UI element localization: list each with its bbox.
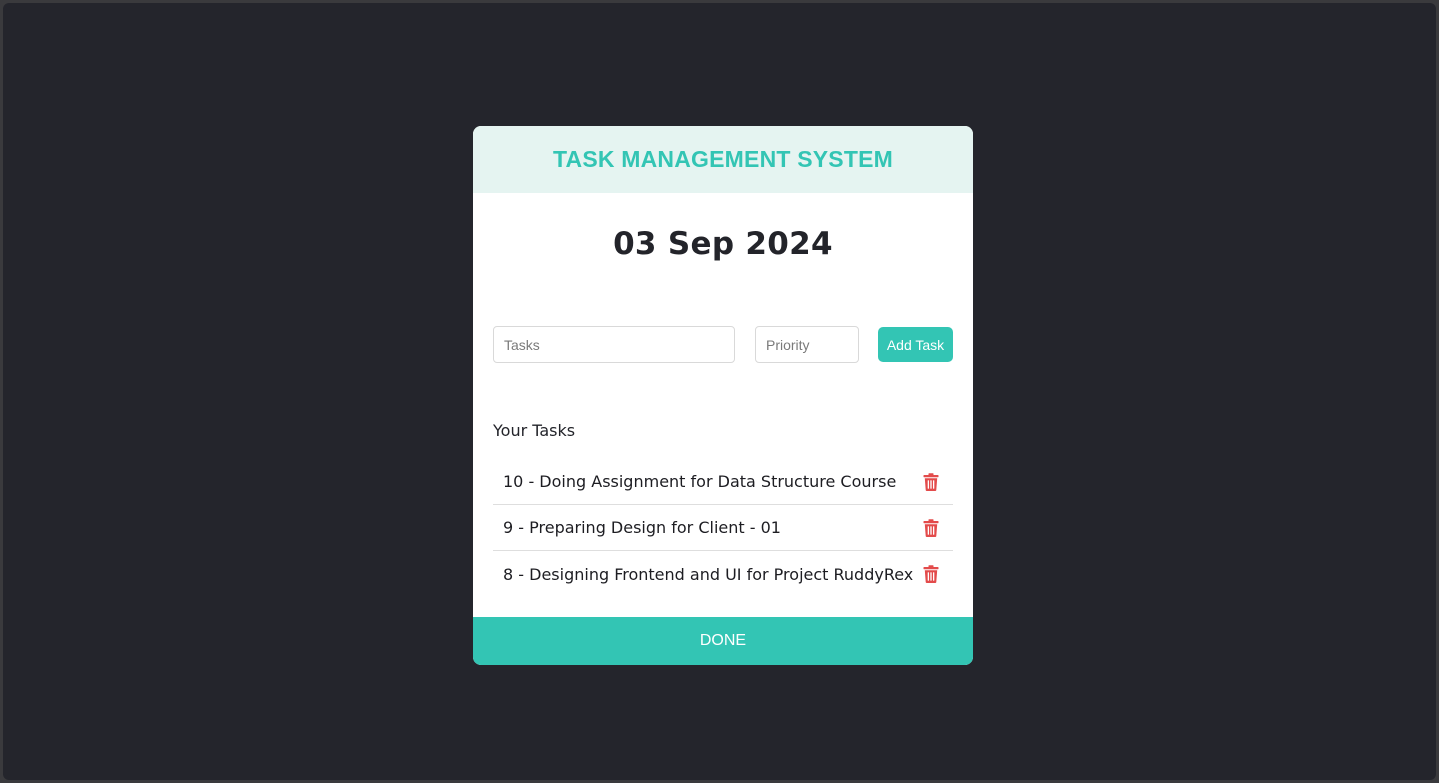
list-item: 10 - Doing Assignment for Data Structure… (493, 459, 953, 505)
task-text: 8 - Designing Frontend and UI for Projec… (503, 564, 914, 584)
add-task-button[interactable]: Add Task (878, 327, 953, 362)
current-date: 03 Sep 2024 (613, 226, 833, 262)
app-background: TASK MANAGEMENT SYSTEM 03 Sep 2024 Add T… (3, 3, 1436, 780)
trash-icon[interactable] (923, 518, 939, 537)
your-tasks-label: Your Tasks (493, 421, 576, 440)
task-card: TASK MANAGEMENT SYSTEM 03 Sep 2024 Add T… (473, 126, 973, 665)
card-header: TASK MANAGEMENT SYSTEM (473, 126, 973, 193)
done-button[interactable]: DONE (473, 617, 973, 665)
task-input[interactable] (493, 326, 735, 363)
task-text: 9 - Preparing Design for Client - 01 (503, 518, 781, 537)
trash-icon[interactable] (923, 472, 939, 491)
list-item: 9 - Preparing Design for Client - 01 (493, 505, 953, 551)
app-title: TASK MANAGEMENT SYSTEM (552, 146, 894, 172)
trash-icon[interactable] (923, 565, 939, 583)
priority-input[interactable] (755, 326, 859, 363)
list-item: 8 - Designing Frontend and UI for Projec… (493, 551, 953, 597)
task-text: 10 - Doing Assignment for Data Structure… (503, 472, 897, 491)
task-list: 10 - Doing Assignment for Data Structure… (493, 459, 953, 597)
